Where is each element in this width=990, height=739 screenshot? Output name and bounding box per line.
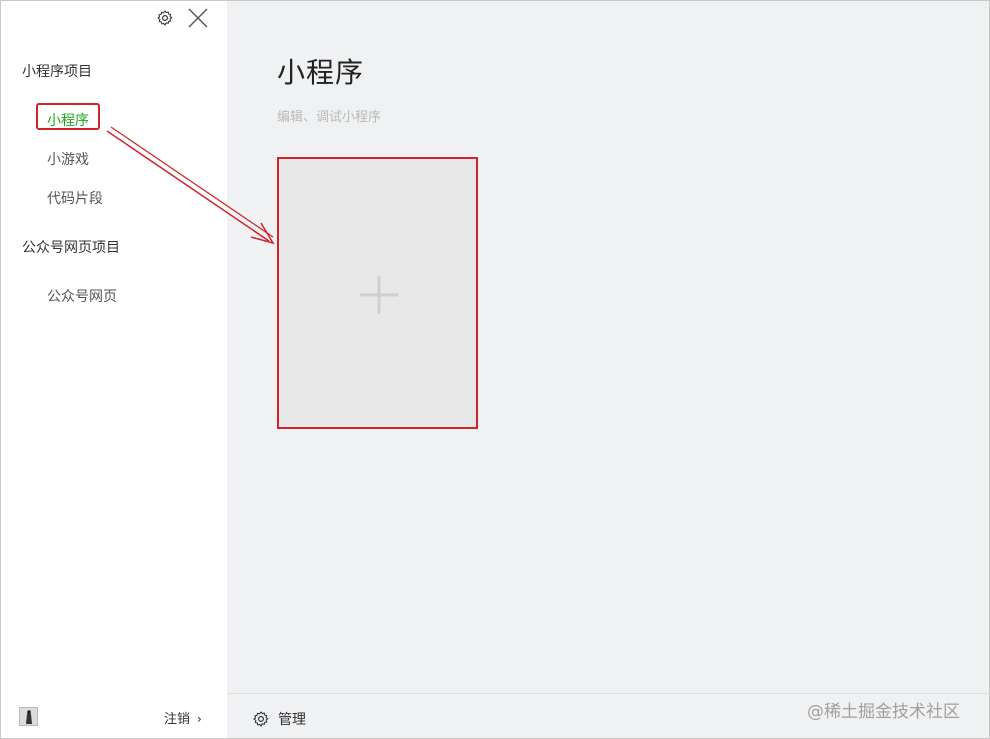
page-title: 小程序 [277, 56, 365, 89]
avatar-image-icon [20, 708, 37, 725]
new-project-card[interactable] [277, 157, 478, 429]
page-subtitle: 编辑、调试小程序 [277, 110, 382, 125]
manage-label: 管理 [278, 712, 306, 728]
sidebar-item-code-snippet[interactable]: 代码片段 [47, 188, 103, 208]
avatar[interactable] [19, 707, 38, 726]
sidebar-item-official-account-webpage[interactable]: 公众号网页 [47, 286, 117, 306]
sidebar-footer: 注销 › [1, 694, 227, 738]
plus-icon [360, 276, 398, 314]
manage-button[interactable]: 管理 [252, 709, 306, 729]
sidebar-toolbar [1, 1, 227, 35]
gear-icon[interactable] [156, 9, 174, 27]
app-window: 小程序项目 小程序 小游戏 代码片段 公众号网页项目 公众号网页 注销 › 小程序… [0, 0, 990, 739]
sidebar: 小程序项目 小程序 小游戏 代码片段 公众号网页项目 公众号网页 注销 › [1, 1, 227, 738]
section-title-miniprogram: 小程序项目 [22, 64, 92, 80]
chevron-right-icon: › [197, 712, 202, 726]
main-panel: 小程序 编辑、调试小程序 管理 @稀土掘金技术社区 [227, 1, 989, 738]
logout-button[interactable]: 注销 › [164, 708, 202, 727]
sidebar-item-miniprogram[interactable]: 小程序 [47, 110, 89, 130]
section-title-official-account: 公众号网页项目 [22, 240, 120, 256]
close-icon[interactable] [187, 7, 209, 29]
watermark: @稀土掘金技术社区 [807, 702, 960, 722]
logout-label: 注销 [164, 712, 191, 727]
sidebar-item-minigame[interactable]: 小游戏 [47, 149, 89, 169]
gear-icon [253, 711, 269, 727]
